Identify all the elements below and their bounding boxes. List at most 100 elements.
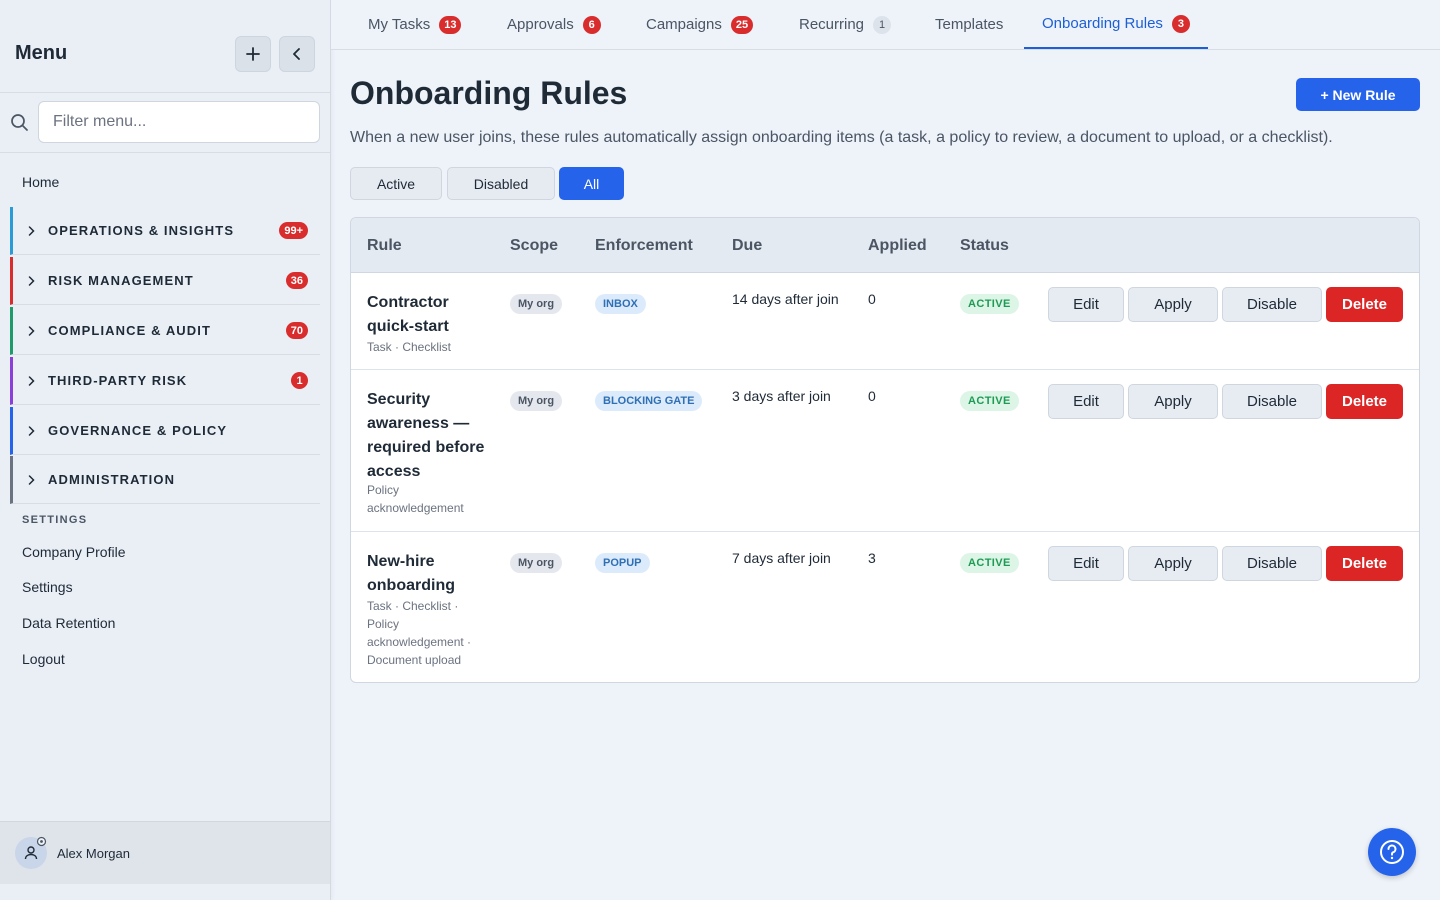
apply-button[interactable]: Apply (1128, 287, 1218, 322)
chevron-right-icon (28, 425, 38, 436)
tab-campaigns[interactable]: Campaigns 25 (646, 0, 754, 49)
gear-icon (36, 836, 47, 847)
help-button[interactable] (1368, 828, 1416, 876)
edit-button[interactable]: Edit (1048, 287, 1124, 322)
enforcement-chip: INBOX (595, 294, 646, 314)
sidebar-group-label: GOVERNANCE & POLICY (48, 423, 228, 438)
disable-button[interactable]: Disable (1222, 384, 1322, 419)
add-button[interactable] (235, 36, 271, 72)
edit-button[interactable]: Edit (1048, 384, 1124, 419)
sidebar: Menu Home OPERATIONS & INSIGHTS 99+ RISK M… (0, 0, 331, 900)
tab-count-badge: 13 (439, 15, 462, 34)
tab-label: Onboarding Rules (1042, 15, 1163, 32)
chevron-right-icon (28, 325, 38, 336)
disable-button[interactable]: Disable (1222, 546, 1322, 581)
table-row: New-hire onboarding Task · Checklist · P… (351, 532, 1419, 682)
applied-count: 3 (868, 550, 876, 566)
page-description: When a new user joins, these rules autom… (350, 129, 1333, 146)
tab-label: Campaigns (646, 16, 722, 33)
new-rule-button[interactable]: + New Rule (1296, 78, 1420, 111)
chevron-right-icon (28, 275, 38, 286)
tab-onboarding-rules[interactable]: Onboarding Rules 3 (1024, 0, 1208, 49)
user-bar[interactable]: Alex Morgan (0, 821, 330, 884)
count-badge: 99+ (279, 222, 308, 239)
chevron-left-icon (293, 48, 300, 60)
edit-button[interactable]: Edit (1048, 546, 1124, 581)
count-badge: 1 (291, 372, 308, 389)
tab-approvals[interactable]: Approvals 6 (507, 0, 601, 49)
tab-label: My Tasks (368, 16, 431, 33)
user-icon (24, 846, 38, 860)
chevron-right-icon (28, 375, 38, 386)
rule-name: Contractor quick-start (367, 294, 449, 335)
scope-chip: My org (510, 553, 563, 573)
enforcement-chip: BLOCKING GATE (595, 391, 703, 411)
rule-items: Task · Checklist (367, 340, 452, 354)
filter-disabled-button[interactable]: Disabled (447, 167, 555, 200)
apply-button[interactable]: Apply (1128, 546, 1218, 581)
sidebar-group-label: THIRD-PARTY RISK (48, 373, 188, 388)
sidebar-group-compliance-audit[interactable]: COMPLIANCE & AUDIT 70 (10, 307, 320, 355)
sidebar-item-data-retention[interactable]: Data Retention (22, 615, 115, 631)
sidebar-group-governance-policy[interactable]: GOVERNANCE & POLICY (10, 407, 320, 455)
due-text: 7 days after join (732, 550, 831, 566)
tab-count-badge: 1 (873, 15, 892, 34)
status-badge: ACTIVE (960, 294, 1019, 314)
sidebar-header: Menu (0, 0, 330, 93)
delete-button[interactable]: Delete (1326, 287, 1403, 322)
sidebar-search (0, 93, 330, 153)
tab-my-tasks[interactable]: My Tasks 13 (368, 0, 462, 49)
column-header-applied: Applied (868, 237, 927, 254)
apply-button[interactable]: Apply (1128, 384, 1218, 419)
sidebar-item-logout[interactable]: Logout (22, 651, 65, 667)
filter-active-button[interactable]: Active (350, 167, 442, 200)
status-badge: ACTIVE (960, 391, 1019, 411)
plus-icon (246, 47, 260, 61)
column-header-scope: Scope (510, 237, 559, 254)
delete-button[interactable]: Delete (1326, 546, 1403, 581)
due-text: 3 days after join (732, 388, 831, 404)
filter-all-button[interactable]: All (559, 167, 624, 200)
filter-menu-input[interactable] (38, 101, 320, 143)
user-name: Alex Morgan (57, 846, 130, 861)
applied-count: 0 (868, 291, 876, 307)
rule-name: Security awareness — required before acc… (367, 391, 485, 480)
sidebar-group-administration[interactable]: ADMINISTRATION (10, 456, 320, 504)
column-header-enforcement: Enforcement (595, 237, 693, 254)
sidebar-group-risk-management[interactable]: RISK MANAGEMENT 36 (10, 257, 320, 305)
tab-label: Recurring (799, 16, 865, 33)
rule-items: Task · Checklist · Policy acknowledgemen… (367, 599, 472, 667)
tab-recurring[interactable]: Recurring 1 (799, 0, 892, 49)
tab-label: Approvals (507, 16, 574, 33)
search-icon (11, 114, 28, 131)
sidebar-item-home[interactable]: Home (22, 174, 59, 190)
status-badge: ACTIVE (960, 553, 1019, 573)
tab-templates[interactable]: Templates (935, 0, 1003, 49)
sidebar-title: Menu (15, 42, 68, 64)
enforcement-chip: POPUP (595, 553, 650, 573)
settings-heading: SETTINGS (22, 514, 88, 526)
tab-count-badge: 6 (582, 15, 601, 34)
disable-button[interactable]: Disable (1222, 287, 1322, 322)
table-row: Security awareness — required before acc… (351, 370, 1419, 532)
sidebar-item-company-profile[interactable]: Company Profile (22, 544, 126, 560)
top-tabs: My Tasks 13 Approvals 6 Campaigns 25 Recurr… (331, 0, 1440, 50)
sidebar-group-third-party-risk[interactable]: THIRD-PARTY RISK 1 (10, 357, 320, 405)
sidebar-group-operations-insights[interactable]: OPERATIONS & INSIGHTS 99+ (10, 207, 320, 255)
delete-button[interactable]: Delete (1326, 384, 1403, 419)
table-row: Contractor quick-start Task · Checklist … (351, 273, 1419, 370)
sidebar-item-settings[interactable]: Settings (22, 579, 73, 595)
tab-count-badge: 25 (730, 15, 754, 34)
chevron-right-icon (28, 474, 38, 485)
sidebar-group-label: RISK MANAGEMENT (48, 273, 194, 288)
tab-count-badge: 3 (1171, 14, 1190, 33)
due-text: 14 days after join (732, 291, 839, 307)
scope-chip: My org (510, 294, 563, 314)
rule-name: New-hire onboarding (367, 553, 455, 594)
sidebar-group-label: ADMINISTRATION (48, 472, 176, 487)
column-header-status: Status (960, 237, 1009, 254)
applied-count: 0 (868, 388, 876, 404)
count-badge: 36 (285, 272, 308, 289)
collapse-sidebar-button[interactable] (279, 36, 315, 72)
rule-items: Policy acknowledgement (367, 483, 464, 515)
